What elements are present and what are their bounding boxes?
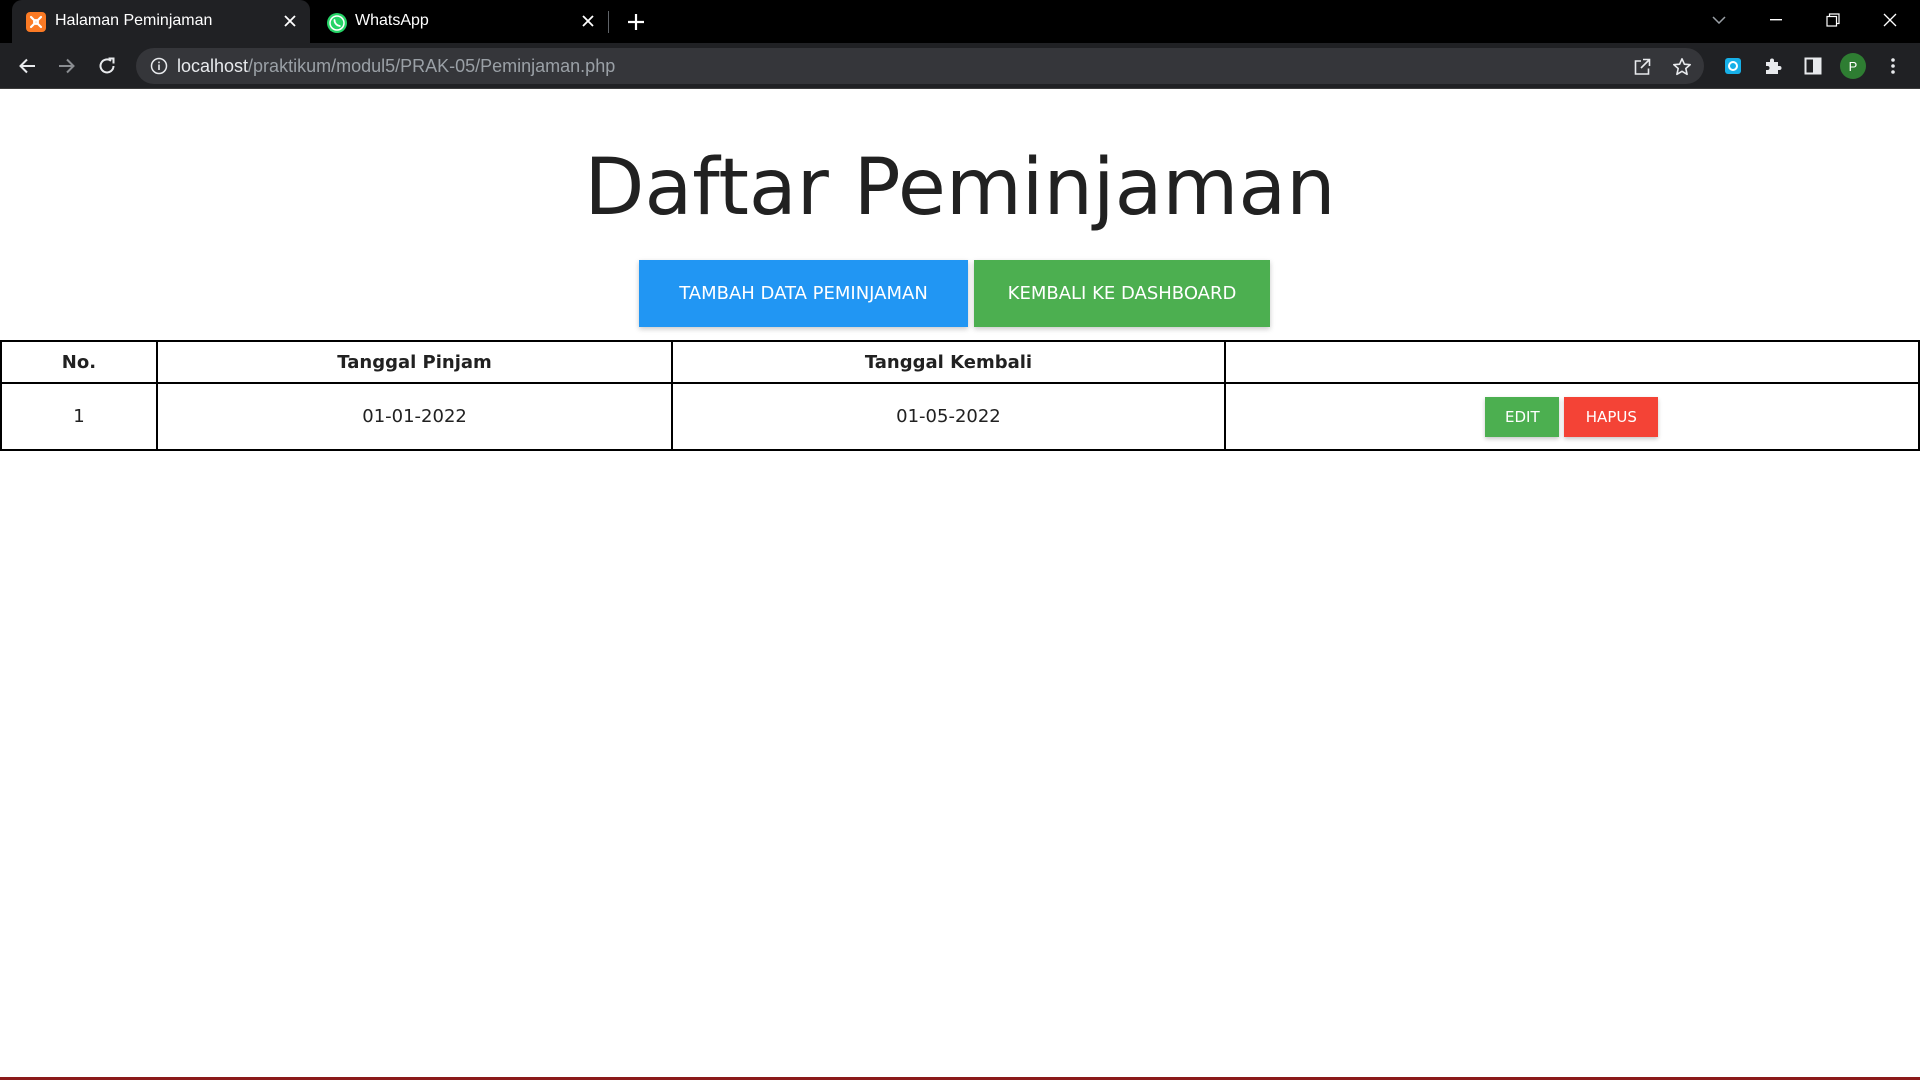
column-header-no: No.	[0, 340, 158, 384]
url-host: localhost	[177, 56, 249, 76]
whatsapp-icon	[326, 12, 347, 33]
kebab-menu-icon[interactable]	[1882, 55, 1904, 77]
site-info-icon[interactable]	[150, 57, 168, 75]
extension-blue-icon[interactable]	[1722, 55, 1744, 77]
edit-button[interactable]: EDIT	[1485, 396, 1560, 437]
share-icon[interactable]	[1630, 55, 1654, 79]
cell-tanggal-kembali: 01-05-2022	[671, 382, 1226, 451]
address-bar[interactable]: localhost/praktikum/modul5/PRAK-05/Pemin…	[136, 48, 1704, 84]
tab-strip: Halaman Peminjaman WhatsApp	[0, 0, 1920, 43]
profile-avatar[interactable]: P	[1840, 53, 1866, 79]
row-action-group: EDIT HAPUS	[1226, 396, 1918, 437]
tab-title: WhatsApp	[355, 12, 429, 29]
url-path: /praktikum/modul5/PRAK-05/Peminjaman.php	[248, 56, 616, 76]
restore-icon[interactable]	[1805, 0, 1861, 40]
cell-no: 1	[0, 382, 158, 451]
bookmark-star-icon[interactable]	[1670, 55, 1694, 79]
page-title: Daftar Peminjaman	[584, 143, 1336, 233]
browser-toolbar: localhost/praktikum/modul5/PRAK-05/Pemin…	[0, 43, 1920, 89]
tab-separator	[608, 11, 609, 33]
tab-halaman-peminjaman[interactable]: Halaman Peminjaman	[12, 0, 310, 43]
back-arrow-icon[interactable]	[11, 50, 43, 82]
tab-search-chevron-icon[interactable]	[1691, 0, 1747, 40]
column-header-tanggal-kembali: Tanggal Kembali	[671, 340, 1226, 384]
page-content: Daftar Peminjaman TAMBAH DATA PEMINJAMAN…	[0, 89, 1920, 1079]
close-window-icon[interactable]	[1862, 0, 1918, 40]
action-buttons: TAMBAH DATA PEMINJAMAN KEMBALI KE DASHBO…	[639, 260, 1270, 327]
loan-table: No. Tanggal Pinjam Tanggal Kembali 1 01-…	[0, 340, 1920, 451]
column-header-actions	[1223, 340, 1920, 384]
tab-whatsapp[interactable]: WhatsApp	[312, 0, 608, 43]
add-loan-button[interactable]: TAMBAH DATA PEMINJAMAN	[639, 260, 968, 327]
column-header-tanggal-pinjam: Tanggal Pinjam	[155, 340, 674, 384]
delete-button[interactable]: HAPUS	[1564, 396, 1659, 437]
cell-tanggal-pinjam: 01-01-2022	[155, 382, 674, 451]
reload-icon[interactable]	[91, 50, 123, 82]
side-panel-icon[interactable]	[1802, 55, 1824, 77]
table-row: 1 01-01-2022 01-05-2022 EDIT HAPUS	[0, 382, 1920, 451]
cell-actions: EDIT HAPUS	[1223, 382, 1920, 451]
back-to-dashboard-button[interactable]: KEMBALI KE DASHBOARD	[974, 260, 1270, 327]
xampp-icon	[26, 12, 46, 32]
extensions-puzzle-icon[interactable]	[1762, 55, 1784, 77]
tab-title: Halaman Peminjaman	[55, 12, 213, 29]
close-tab-icon[interactable]	[578, 11, 598, 31]
table-header-row: No. Tanggal Pinjam Tanggal Kembali	[0, 340, 1920, 384]
forward-arrow-icon[interactable]	[51, 50, 83, 82]
new-tab-plus-icon[interactable]	[622, 9, 650, 35]
minimize-icon[interactable]	[1748, 0, 1804, 40]
url-text[interactable]: localhost/praktikum/modul5/PRAK-05/Pemin…	[177, 56, 615, 77]
close-tab-icon[interactable]	[280, 11, 300, 31]
